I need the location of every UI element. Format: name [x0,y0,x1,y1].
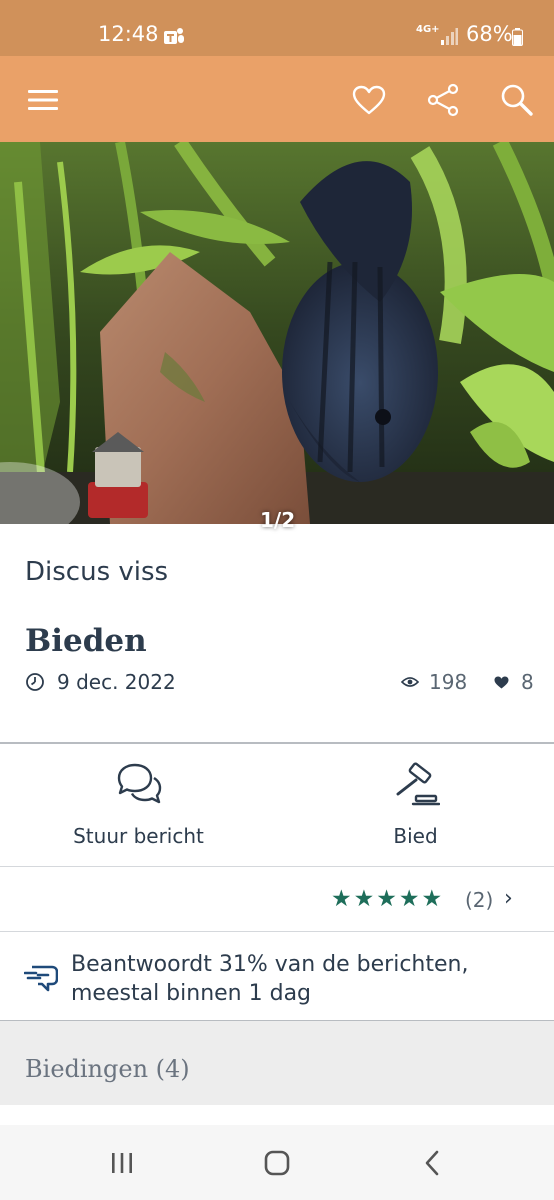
bid-list-item[interactable] [0,1105,554,1125]
listing-price: Bieden [25,623,147,659]
status-time: 12:48 [98,22,159,46]
listing-photo[interactable] [0,142,554,524]
status-bar: 12:48 4G+ 68% [0,0,554,56]
listing-views: 198 [401,670,467,694]
share-icon [427,83,459,117]
rating-stars: ★ ★ ★ ★ ★ [331,888,442,911]
place-bid-button[interactable]: Bied [277,760,554,860]
clock-icon [26,673,44,691]
chat-bubbles-icon [117,763,161,804]
menu-button[interactable] [21,78,65,122]
listing-date-text: 9 dec. 2022 [57,670,176,694]
star-icon: ★ [376,886,397,912]
divider [0,866,554,867]
seller-response-info: Beantwoordt 31% van de berichten, meesta… [0,933,554,1021]
star-icon: ★ [353,886,375,912]
teams-icon [164,28,184,44]
home-icon [264,1150,290,1176]
battery-icon [512,28,523,46]
star-icon: ★ [421,886,443,912]
seller-response-text: Beantwoordt 31% van de berichten, meesta… [71,952,469,1006]
place-bid-label: Bied [393,824,438,848]
listing-title: Discus viss [25,557,169,587]
bids-section-header: Biedingen (4) [0,1021,554,1105]
seller-rating-row[interactable]: ★ ★ ★ ★ ★ (2) › [0,869,554,931]
recent-apps-icon [112,1153,132,1173]
recent-apps-button[interactable] [102,1145,142,1181]
favorite-button[interactable] [347,78,391,122]
hamburger-menu-icon [28,90,58,110]
back-icon [425,1150,439,1176]
listing-date: 9 dec. 2022 [25,670,176,694]
photo-counter: 1/2 [260,508,296,532]
home-button[interactable] [257,1145,297,1181]
listing-favorites: 8 [494,670,534,694]
listing-photo-image [0,142,554,524]
system-navigation-bar [0,1125,554,1200]
heart-outline-icon [352,85,386,115]
star-icon: ★ [331,886,352,912]
send-message-label: Stuur bericht [73,824,204,848]
rating-count: (2) [465,888,494,912]
app-bar [0,56,554,142]
heart-icon [494,676,509,688]
gavel-icon [396,762,440,806]
share-button[interactable] [421,78,465,122]
bids-title: Biedingen (4) [25,1055,190,1083]
fast-reply-icon [24,965,58,992]
listing-views-count: 198 [429,670,468,694]
eye-icon [401,677,419,687]
search-icon [501,84,533,116]
search-button[interactable] [495,78,539,122]
network-type-label: 4G+ [416,24,440,35]
listing-favorites-count: 8 [521,670,534,694]
divider [0,742,554,744]
divider [0,931,554,932]
back-button[interactable] [412,1145,452,1181]
star-icon: ★ [398,886,420,912]
chevron-right-icon: › [504,886,513,911]
signal-strength-icon [441,28,458,45]
listing-meta: 9 dec. 2022 198 8 [25,670,534,696]
send-message-button[interactable]: Stuur bericht [0,760,277,860]
battery-percentage: 68% [466,22,513,46]
